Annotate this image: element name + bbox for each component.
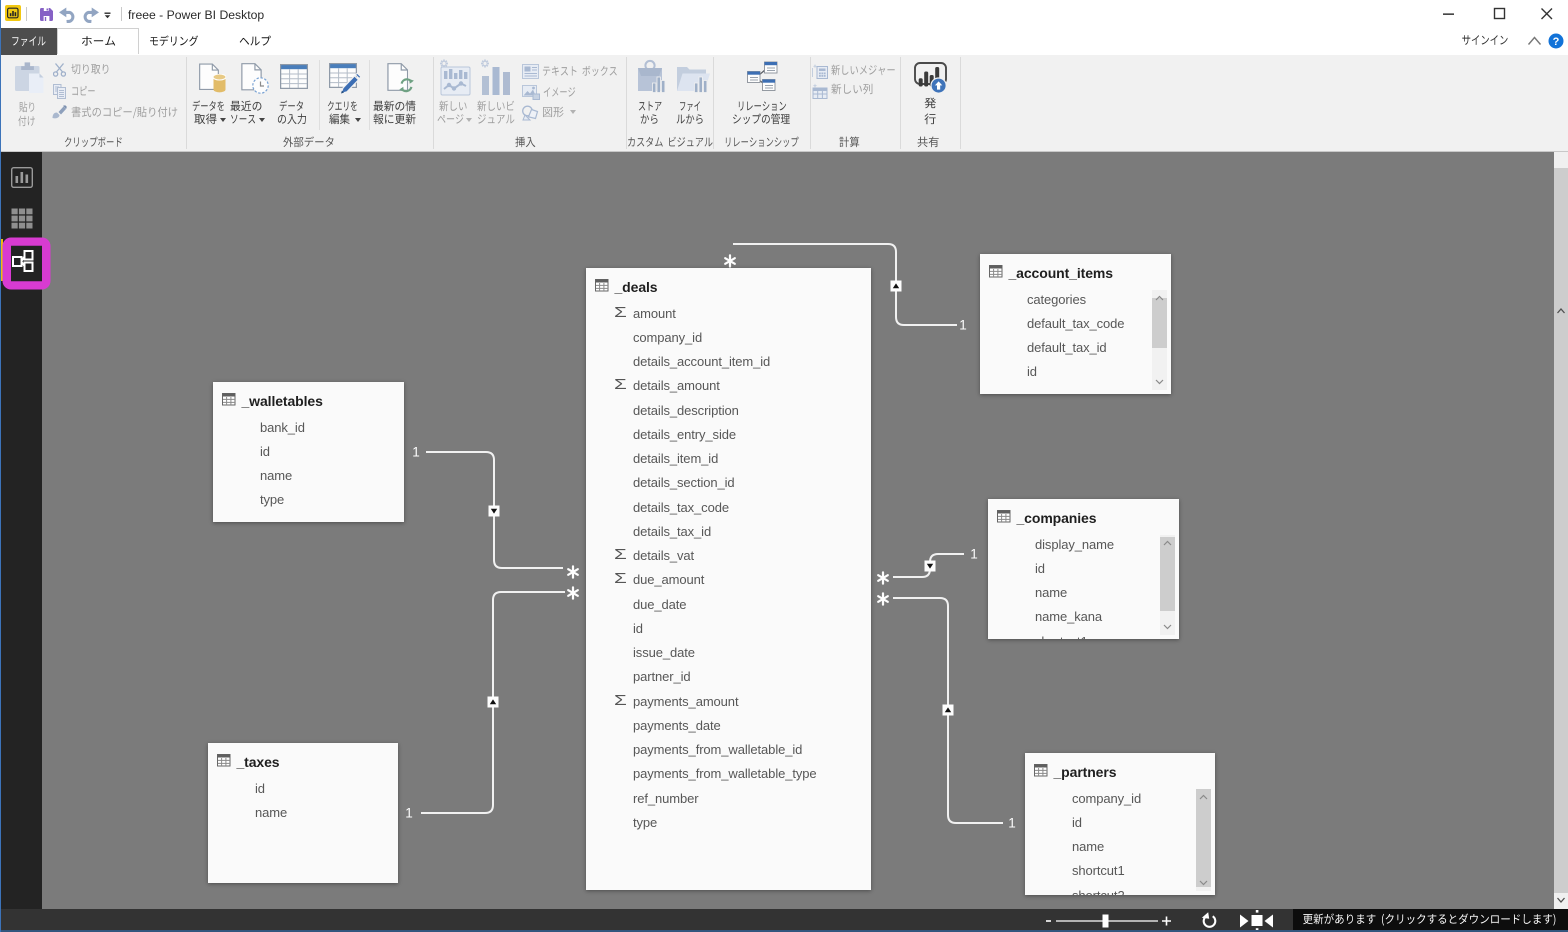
svg-text:1: 1 [405,806,413,821]
svg-text:1: 1 [970,547,978,562]
svg-text:1: 1 [959,318,967,333]
svg-text:1: 1 [412,445,420,460]
svg-text:1: 1 [1008,816,1016,831]
